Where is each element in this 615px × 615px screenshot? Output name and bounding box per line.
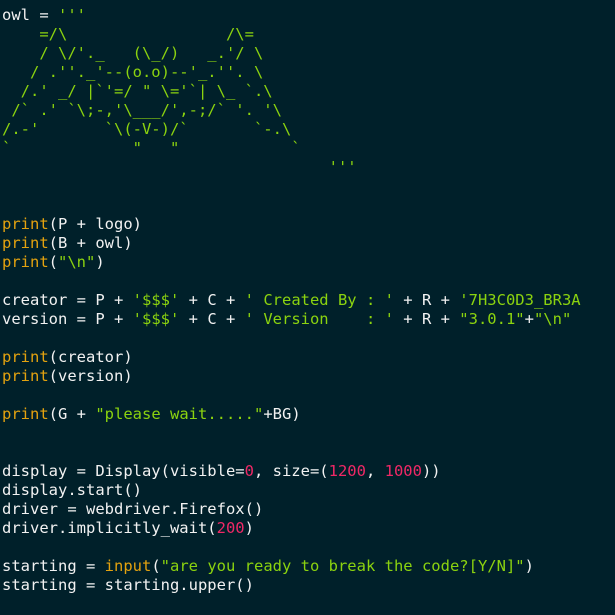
- code-token: version = P +: [2, 310, 133, 328]
- code-line[interactable]: /.' _/ |`'=/ " \='`| \_ `.\: [2, 82, 581, 101]
- code-line[interactable]: print(G + "please wait....."+BG): [2, 405, 581, 424]
- code-token: ): [95, 253, 105, 271]
- code-token: print: [2, 367, 49, 385]
- code-token: driver = webdriver.Firefox(): [2, 500, 264, 518]
- code-editor[interactable]: owl = ''' =/\ /\= / \/'._ (\_/) _.'/ \ /…: [0, 0, 615, 615]
- code-token: ` " " `: [2, 139, 301, 157]
- code-line[interactable]: ` " " `: [2, 139, 581, 158]
- code-token: "please wait.....": [95, 405, 264, 423]
- code-token: /.-' `\(-V-)/` `-.\: [2, 120, 292, 138]
- code-line[interactable]: starting = input("are you ready to break…: [2, 557, 581, 576]
- code-line[interactable]: print(version): [2, 367, 581, 386]
- code-token: + C +: [179, 291, 245, 309]
- code-line[interactable]: =/\ /\=: [2, 25, 581, 44]
- code-line[interactable]: owl = ''': [2, 6, 581, 25]
- code-line[interactable]: display.start(): [2, 481, 581, 500]
- code-token: 1000: [384, 462, 422, 480]
- code-line[interactable]: [2, 272, 581, 291]
- code-token: , size=(: [253, 462, 329, 480]
- code-line[interactable]: /` .' `\;-,'\___/',-;/` '. '\: [2, 101, 581, 120]
- code-token: '$$$': [132, 291, 180, 309]
- code-line[interactable]: creator = P + '$$$' + C + ' Created By :…: [2, 291, 581, 310]
- code-token: / \/'._ (\_/) _.'/ \: [2, 44, 264, 62]
- code-token: display = Display(visible=: [2, 462, 245, 480]
- code-line[interactable]: [2, 538, 581, 557]
- code-token: + R +: [393, 310, 460, 328]
- code-line[interactable]: driver = webdriver.Firefox(): [2, 500, 581, 519]
- code-line[interactable]: [2, 424, 581, 443]
- code-token: ): [524, 557, 534, 575]
- code-token: (creator): [48, 348, 133, 366]
- code-token: (P + logo): [48, 215, 142, 233]
- code-token: starting = starting.upper(): [2, 576, 254, 594]
- code-line[interactable]: print(P + logo): [2, 215, 581, 234]
- code-token: "\n": [533, 310, 572, 328]
- code-token: starting =: [2, 557, 105, 575]
- code-token: driver.implicitly_wait(: [2, 519, 217, 537]
- code-token: (G +: [48, 405, 96, 423]
- code-token: (: [48, 253, 59, 271]
- code-token: ,: [365, 462, 385, 480]
- code-token: print: [2, 253, 49, 271]
- code-token: /.' _/ |`'=/ " \='`| \_ `.\: [2, 82, 273, 100]
- code-line[interactable]: display = Display(visible=0, size=(1200,…: [2, 462, 581, 481]
- code-token: (: [151, 557, 161, 575]
- code-token: + R +: [393, 291, 460, 309]
- code-line[interactable]: /.-' `\(-V-)/` `-.\: [2, 120, 581, 139]
- code-token: input: [104, 557, 152, 575]
- code-token: print: [2, 405, 49, 423]
- code-token: '7H3C0D3_BR3A: [459, 291, 581, 309]
- code-token: (version): [48, 367, 133, 385]
- code-line[interactable]: driver.implicitly_wait(200): [2, 519, 581, 538]
- code-token: +: [524, 310, 534, 328]
- code-token: 0: [244, 462, 254, 480]
- code-line[interactable]: [2, 386, 581, 405]
- code-token: owl =: [2, 6, 58, 24]
- code-token: 200: [216, 519, 245, 537]
- code-token: )): [421, 462, 441, 480]
- code-line[interactable]: [2, 595, 581, 614]
- code-line[interactable]: [2, 329, 581, 348]
- code-token: ): [244, 519, 254, 537]
- code-token: "are you ready to break the code?[Y/N]": [160, 557, 525, 575]
- code-token: print: [2, 215, 49, 233]
- code-token: 1200: [328, 462, 366, 480]
- code-token: =/\ /\=: [2, 25, 254, 43]
- code-line[interactable]: print(B + owl): [2, 234, 581, 253]
- code-line[interactable]: [2, 443, 581, 462]
- code-line[interactable]: print(creator): [2, 348, 581, 367]
- code-token: "\n": [58, 253, 96, 271]
- code-token: ' Version : ': [244, 310, 394, 328]
- code-token: ' Created By : ': [244, 291, 394, 309]
- code-token: ''': [2, 158, 357, 176]
- code-line[interactable]: [2, 196, 581, 215]
- code-line[interactable]: version = P + '$$$' + C + ' Version : ' …: [2, 310, 581, 329]
- code-line[interactable]: / .''._'--(o.o)--'_.''. \: [2, 63, 581, 82]
- code-token: creator = P +: [2, 291, 133, 309]
- code-line[interactable]: [2, 177, 581, 196]
- code-token: ''': [58, 6, 86, 24]
- code-token: / .''._'--(o.o)--'_.''. \: [2, 63, 264, 81]
- code-token: print: [2, 234, 49, 252]
- code-token: /` .' `\;-,'\___/',-;/` '. '\: [2, 101, 282, 119]
- code-token: '$$$': [132, 310, 180, 328]
- code-token: +BG): [263, 405, 301, 423]
- code-token: display.start(): [2, 481, 142, 499]
- code-line[interactable]: print("\n"): [2, 253, 581, 272]
- code-token: print: [2, 348, 49, 366]
- code-token: (B + owl): [48, 234, 133, 252]
- code-content[interactable]: owl = ''' =/\ /\= / \/'._ (\_/) _.'/ \ /…: [2, 6, 581, 615]
- code-line[interactable]: ''': [2, 158, 581, 177]
- code-line[interactable]: starting = starting.upper(): [2, 576, 581, 595]
- code-token: + C +: [179, 310, 245, 328]
- code-line[interactable]: / \/'._ (\_/) _.'/ \: [2, 44, 581, 63]
- code-token: "3.0.1": [459, 310, 525, 328]
